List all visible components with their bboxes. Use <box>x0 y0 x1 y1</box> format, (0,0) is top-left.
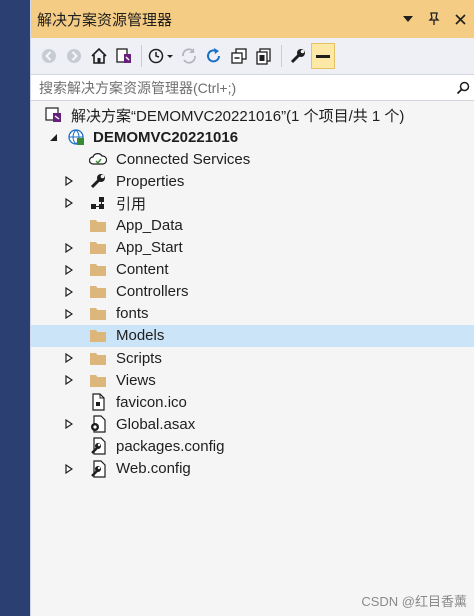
switch-views-button[interactable] <box>112 43 136 69</box>
cloud-icon <box>89 150 107 168</box>
tree-item-models[interactable]: Models <box>31 324 474 348</box>
folder-icon <box>89 283 107 301</box>
pin-icon[interactable] <box>423 8 445 30</box>
panel-title: 解决方案资源管理器 <box>37 11 173 29</box>
expand-arrow-icon[interactable] <box>63 286 75 298</box>
tree-item-label: Web.config <box>116 460 191 478</box>
solution-explorer-panel: 解决方案资源管理器 搜索解决方案资源管理器(Ctrl+;) 解决方案“DEMOM… <box>30 0 474 616</box>
home-button[interactable] <box>87 43 111 69</box>
tree-item-packages-config[interactable]: packages.config <box>31 435 474 457</box>
wrench-icon <box>89 172 107 190</box>
folder-icon <box>89 327 107 345</box>
collapse-all-button[interactable] <box>227 43 251 69</box>
expand-arrow-icon[interactable] <box>63 352 75 364</box>
folder-icon <box>89 305 107 323</box>
tree-item-app-data[interactable]: App_Data <box>31 214 474 236</box>
forward-button[interactable] <box>62 43 86 69</box>
expand-arrow-icon[interactable] <box>63 264 75 276</box>
tree-item-label: 引用 <box>116 195 147 213</box>
expand-arrow-icon[interactable] <box>63 197 75 209</box>
expand-arrow-icon[interactable] <box>63 175 75 187</box>
tree-item-connected-services[interactable]: Connected Services <box>31 148 474 170</box>
toolbar-separator <box>141 45 142 67</box>
tree-item-properties[interactable]: Properties <box>31 170 474 192</box>
preview-selected-items-button[interactable] <box>311 43 335 69</box>
tree-item-scripts[interactable]: Scripts <box>31 347 474 369</box>
tree-item-views[interactable]: Views <box>31 369 474 391</box>
toolbar-separator <box>281 45 282 67</box>
tree-item-label: App_Start <box>116 239 183 257</box>
folder-icon <box>89 261 107 279</box>
tree-item-label: Content <box>116 261 169 279</box>
tree-item-label: Global.asax <box>116 415 196 433</box>
tree-item-controllers[interactable]: Controllers <box>31 281 474 303</box>
project-label: DEMOMVC20221016 <box>93 128 239 146</box>
tree-item-content[interactable]: Content <box>31 259 474 281</box>
close-icon[interactable] <box>449 8 471 30</box>
tree-item-label: favicon.ico <box>116 393 187 411</box>
tree-item-favicon[interactable]: favicon.ico <box>31 391 474 413</box>
solution-tree: 解决方案“DEMOMVC20221016”(1 个项目/共 1 个) DEMOM… <box>31 104 474 480</box>
expand-arrow-icon[interactable] <box>63 418 75 430</box>
expand-arrow-icon[interactable] <box>63 308 75 320</box>
tree-item-global-asax[interactable]: Global.asax <box>31 413 474 435</box>
search-bar <box>31 74 474 101</box>
tree-item-label: Scripts <box>116 349 162 367</box>
config-file-icon <box>89 459 107 478</box>
search-input[interactable] <box>37 78 451 97</box>
config-file-icon <box>89 437 107 456</box>
tree-item-label: Controllers <box>116 283 189 301</box>
folder-icon <box>89 349 107 367</box>
panel-titlebar: 解决方案资源管理器 <box>31 0 474 38</box>
expand-arrow-icon[interactable] <box>63 242 75 254</box>
show-all-files-button[interactable] <box>252 43 276 69</box>
web-project-icon <box>67 128 85 146</box>
tree-item-label: Connected Services <box>116 150 251 168</box>
solution-icon <box>45 106 63 124</box>
tree-item-label: Properties <box>116 172 185 190</box>
gear-file-icon <box>89 415 107 433</box>
expand-arrow-icon[interactable] <box>63 374 75 386</box>
toolbar <box>31 38 474 74</box>
tree-item-web-config[interactable]: Web.config <box>31 458 474 480</box>
expand-arrow-icon[interactable] <box>63 463 75 475</box>
tree-item-label: App_Data <box>116 217 183 235</box>
references-icon <box>89 194 107 212</box>
left-dock-strip <box>0 0 30 616</box>
folder-icon <box>89 239 107 257</box>
refresh-button[interactable] <box>202 43 226 69</box>
search-icon[interactable] <box>451 81 474 95</box>
folder-icon <box>89 217 107 235</box>
solution-node[interactable]: 解决方案“DEMOMVC20221016”(1 个项目/共 1 个) <box>31 104 474 126</box>
project-node[interactable]: DEMOMVC20221016 <box>31 126 474 148</box>
collapse-arrow-icon[interactable] <box>47 131 59 143</box>
solution-label: 解决方案“DEMOMVC20221016”(1 个项目/共 1 个) <box>71 107 405 125</box>
tree-item-label: fonts <box>116 305 149 323</box>
dropdown-icon[interactable] <box>397 8 419 30</box>
properties-button[interactable] <box>286 43 310 69</box>
tree-item-fonts[interactable]: fonts <box>31 303 474 325</box>
tree-item-label: packages.config <box>116 437 225 455</box>
file-icon <box>89 393 107 411</box>
tree-item-label: Views <box>116 371 156 389</box>
sync-button[interactable] <box>177 43 201 69</box>
pending-changes-filter-button[interactable] <box>146 43 176 69</box>
folder-icon <box>89 371 107 389</box>
watermark: CSDN @红目香薰 <box>361 594 467 609</box>
back-button[interactable] <box>37 43 61 69</box>
tree-item-app-start[interactable]: App_Start <box>31 237 474 259</box>
tree-item-references[interactable]: 引用 <box>31 192 474 214</box>
tree-item-label: Models <box>116 327 165 345</box>
